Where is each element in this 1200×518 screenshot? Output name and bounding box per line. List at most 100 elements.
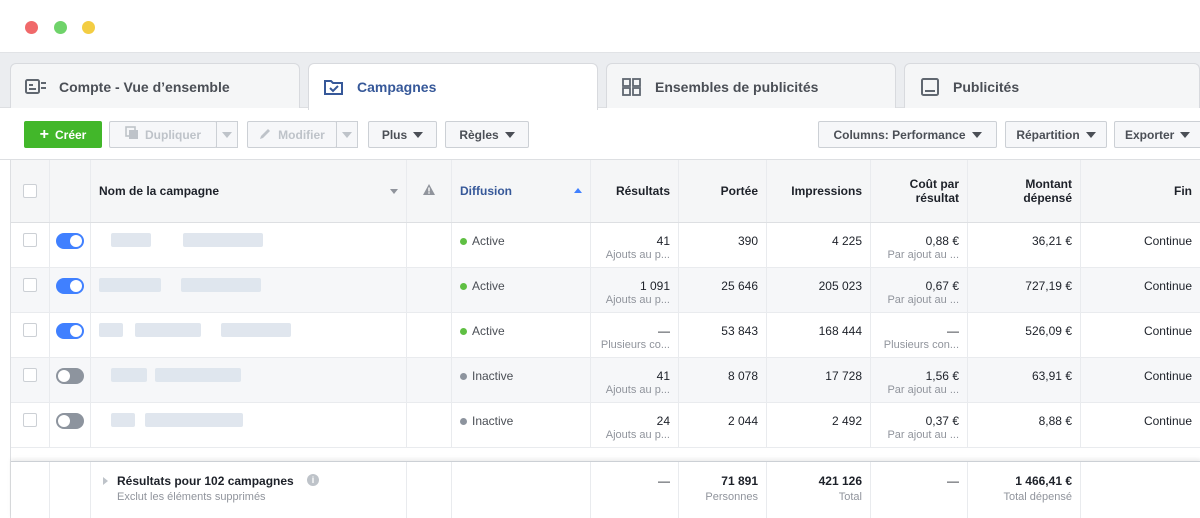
reach-cell: 2 044 <box>679 403 767 447</box>
row-checkbox[interactable] <box>23 323 37 337</box>
delivery-status: Active <box>460 324 505 338</box>
spent-cell: 36,21 € <box>968 223 1081 267</box>
delivery-cell: Inactive <box>452 358 591 402</box>
results-cell: 1 091 Ajouts au p... <box>591 268 679 312</box>
campaign-name-cell[interactable] <box>91 313 407 357</box>
cost-cell: — Plusieurs con... <box>871 313 968 357</box>
column-header-end[interactable]: Fin <box>1081 160 1200 222</box>
toggle-knob <box>58 415 70 427</box>
results-cell: 24 Ajouts au p... <box>591 403 679 447</box>
pencil-icon <box>259 127 272 143</box>
campaign-toggle[interactable] <box>56 368 84 384</box>
info-icon[interactable]: i <box>307 474 319 486</box>
folder-check-icon <box>323 78 345 96</box>
results-cell: — Plusieurs co... <box>591 313 679 357</box>
toolbar: + Créer Dupliquer Modifier Plus Règles C… <box>0 108 1200 160</box>
window-titlebar <box>0 0 1200 53</box>
campaign-name-cell[interactable] <box>91 223 407 267</box>
row-checkbox[interactable] <box>23 233 37 247</box>
tab-campaigns[interactable]: Campagnes <box>308 63 598 110</box>
chevron-down-icon <box>222 131 232 138</box>
table-row[interactable]: Inactive 24 Ajouts au p... 2 044 2 492 0,… <box>11 403 1200 448</box>
impressions-cell: 4 225 <box>767 223 871 267</box>
tab-label: Ensembles de publicités <box>655 78 819 95</box>
warning-cell <box>407 223 452 267</box>
campaign-name-cell[interactable] <box>91 358 407 402</box>
reach-cell: 53 843 <box>679 313 767 357</box>
warning-cell <box>407 268 452 312</box>
expand-triangle-icon[interactable] <box>103 477 108 485</box>
cost-cell: 0,67 € Par ajout au ... <box>871 268 968 312</box>
campaign-toggle[interactable] <box>56 413 84 429</box>
toggle-knob <box>58 370 70 382</box>
row-toggle-cell <box>50 403 91 447</box>
edit-dropdown[interactable] <box>336 121 358 148</box>
spent-cell: 727,19 € <box>968 268 1081 312</box>
tab-ad-sets[interactable]: Ensembles de publicités <box>606 63 896 109</box>
campaign-toggle[interactable] <box>56 323 84 339</box>
column-header-amount-spent[interactable]: Montant dépensé <box>968 160 1081 222</box>
column-header-results[interactable]: Résultats <box>591 160 679 222</box>
campaign-name-redacted <box>155 368 241 382</box>
tab-account-overview[interactable]: Compte - Vue d’ensemble <box>10 63 300 109</box>
grid-icon <box>621 77 643 96</box>
delivery-cell: Active <box>452 268 591 312</box>
campaign-name-redacted <box>135 323 201 337</box>
table-row[interactable]: Active — Plusieurs co... 53 843 168 444 —… <box>11 313 1200 358</box>
summary-cell-empty <box>1081 462 1200 518</box>
minimize-window-button[interactable] <box>54 21 67 34</box>
more-button[interactable]: Plus <box>368 121 437 148</box>
delivery-status: Inactive <box>460 369 513 383</box>
toggle-knob <box>70 325 82 337</box>
warning-icon <box>423 184 435 198</box>
create-button[interactable]: + Créer <box>24 121 102 148</box>
edit-button[interactable]: Modifier <box>247 121 337 148</box>
toggle-knob <box>70 280 82 292</box>
duplicate-dropdown[interactable] <box>216 121 238 148</box>
column-header-delivery[interactable]: Diffusion <box>452 160 591 222</box>
breakdown-button[interactable]: Répartition <box>1005 121 1107 148</box>
tab-ads[interactable]: Publicités <box>904 63 1200 109</box>
column-header-name[interactable]: Nom de la campagne <box>91 160 407 222</box>
export-button[interactable]: Exporter <box>1114 121 1200 148</box>
column-header-reach[interactable]: Portée <box>679 160 767 222</box>
delivery-cell: Active <box>452 223 591 267</box>
column-header-impressions[interactable]: Impressions <box>767 160 871 222</box>
cost-cell: 1,56 € Par ajout au ... <box>871 358 968 402</box>
row-checkbox[interactable] <box>23 413 37 427</box>
spent-cell: 63,91 € <box>968 358 1081 402</box>
warning-cell <box>407 313 452 357</box>
tab-bar: Compte - Vue d’ensemble Campagnes Ensemb… <box>0 53 1200 110</box>
row-checkbox[interactable] <box>23 368 37 382</box>
table-row[interactable]: Active 41 Ajouts au p... 390 4 225 0,88 €… <box>11 223 1200 268</box>
cost-cell: 0,88 € Par ajout au ... <box>871 223 968 267</box>
select-all-checkbox[interactable] <box>23 184 37 198</box>
maximize-window-button[interactable] <box>82 21 95 34</box>
end-cell: Continue <box>1081 403 1200 447</box>
columns-button[interactable]: Columns: Performance <box>818 121 997 148</box>
campaign-name-cell[interactable] <box>91 268 407 312</box>
status-dot-icon <box>460 373 467 381</box>
summary-impressions: 421 126 Total <box>767 462 871 518</box>
row-checkbox[interactable] <box>23 278 37 292</box>
plus-icon: + <box>39 125 49 143</box>
campaign-name-redacted <box>99 278 161 292</box>
warning-cell <box>407 358 452 402</box>
chevron-down-icon <box>971 131 982 138</box>
summary-title: Résultats pour 102 campagnes <box>117 474 294 488</box>
table-row[interactable]: Active 1 091 Ajouts au p... 25 646 205 02… <box>11 268 1200 313</box>
close-window-button[interactable] <box>25 21 38 34</box>
row-select-cell <box>11 403 50 447</box>
row-select-cell <box>11 268 50 312</box>
rules-button[interactable]: Règles <box>445 121 529 148</box>
duplicate-button[interactable]: Dupliquer <box>109 121 217 148</box>
campaign-toggle[interactable] <box>56 278 84 294</box>
end-cell: Continue <box>1081 358 1200 402</box>
select-all-cell <box>11 160 50 222</box>
table-row[interactable]: Inactive 41 Ajouts au p... 8 078 17 728 1… <box>11 358 1200 403</box>
campaign-name-redacted <box>111 413 135 427</box>
campaign-name-cell[interactable] <box>91 403 407 447</box>
campaign-toggle[interactable] <box>56 233 84 249</box>
column-header-cost-per-result[interactable]: Coût par résultat <box>871 160 968 222</box>
cost-header-text: Coût par résultat <box>909 177 959 205</box>
